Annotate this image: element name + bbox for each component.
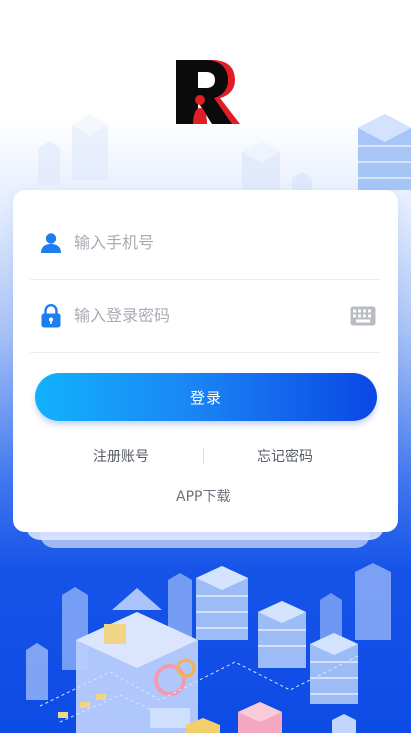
password-input[interactable] [74,300,349,331]
login-button[interactable]: 登录 [35,373,377,421]
login-card: 登录 注册账号 忘记密码 APP下载 [13,190,398,532]
lock-icon [38,303,64,329]
phone-input[interactable] [74,227,381,258]
app-logo [176,60,240,124]
register-link[interactable]: 注册账号 [93,446,149,466]
city-illustration-bottom [26,563,391,733]
forgot-password-link[interactable]: 忘记密码 [257,446,313,466]
server-illustration-top [358,114,411,190]
app-download-link[interactable]: APP下载 [176,486,230,506]
keyboard-icon[interactable] [349,305,377,327]
phone-field [30,206,381,280]
link-divider [203,448,204,464]
user-icon [38,230,64,256]
password-field [30,279,381,353]
